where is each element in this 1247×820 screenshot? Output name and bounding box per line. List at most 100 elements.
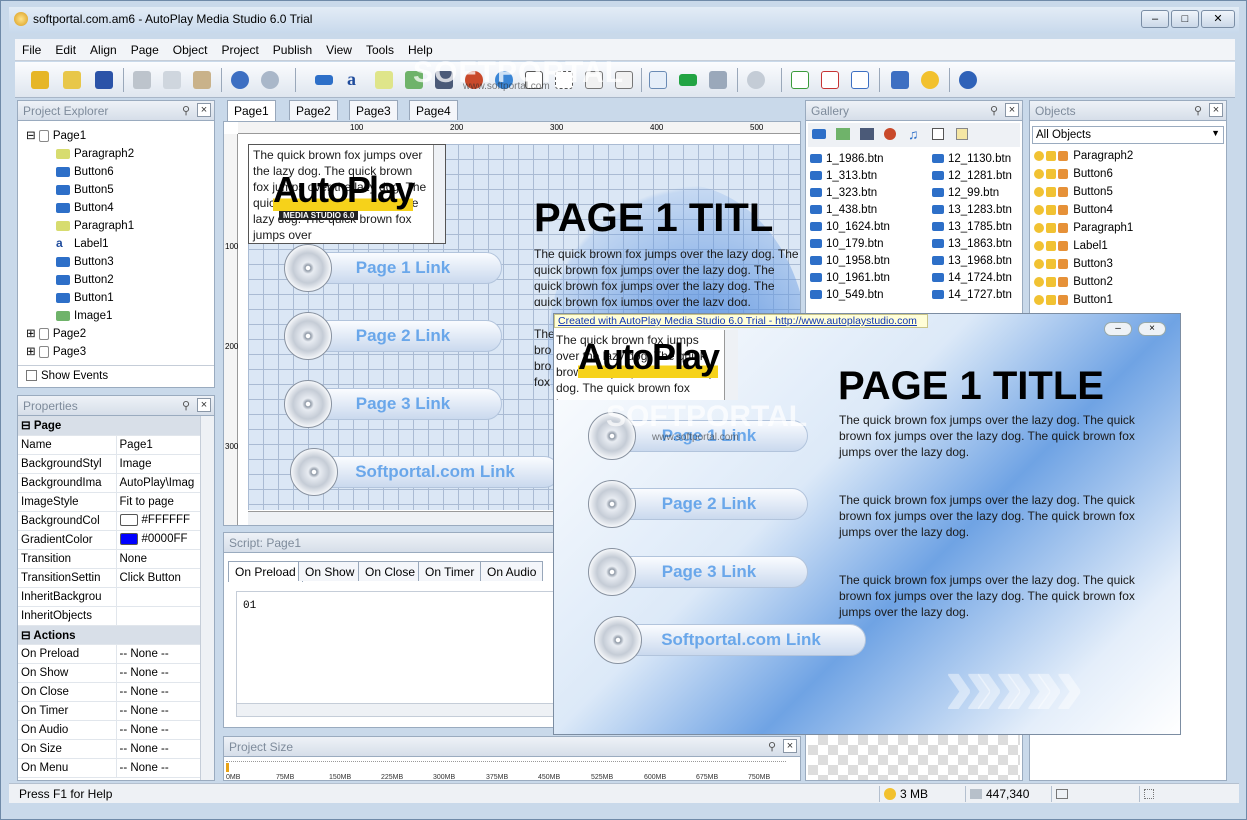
button3-page3-link[interactable]: Page 3 Link xyxy=(304,388,502,420)
tree-item[interactable]: Button6 xyxy=(26,163,214,181)
paste-button[interactable] xyxy=(189,67,215,93)
tab-page4[interactable]: Page4 xyxy=(409,100,458,120)
show-events-checkbox[interactable]: Show Events xyxy=(18,365,214,387)
list-item[interactable]: Button3 xyxy=(1034,255,1224,273)
list-item[interactable]: 12_1281.btn xyxy=(932,168,1022,185)
close-icon[interactable]: × xyxy=(197,398,211,412)
tab-page3[interactable]: Page3 xyxy=(349,100,398,120)
action-row[interactable]: On Show -- None -- xyxy=(18,663,201,683)
preview-close-button[interactable]: × xyxy=(1138,322,1166,336)
list-item[interactable]: Paragraph1 xyxy=(1034,219,1224,237)
label-object-button[interactable]: a xyxy=(341,67,367,93)
menu-page[interactable]: Page xyxy=(124,39,166,57)
property-row[interactable]: GradientColor #0000FF xyxy=(18,530,201,550)
list-item[interactable]: 13_1863.btn xyxy=(932,236,1022,253)
pin-icon[interactable]: ⚲ xyxy=(765,740,779,754)
maximize-button[interactable]: □ xyxy=(1171,10,1199,28)
audio-category-icon[interactable]: ♫ xyxy=(908,126,919,142)
pin-icon[interactable]: ⚲ xyxy=(179,399,193,413)
tree-item[interactable]: a Label1 xyxy=(26,235,214,253)
action-row[interactable]: On Menu -- None -- xyxy=(18,758,201,778)
undo-button[interactable] xyxy=(227,67,253,93)
list-item[interactable]: 1_313.btn xyxy=(810,168,916,185)
tab-on-close[interactable]: On Close xyxy=(358,561,423,581)
paragraph-scrollbar[interactable] xyxy=(433,145,445,243)
list-item[interactable]: 1_1986.btn xyxy=(810,151,916,168)
list-item[interactable]: Button4 xyxy=(1034,201,1224,219)
button2-page2-link[interactable]: Page 2 Link xyxy=(304,320,502,352)
property-row[interactable]: Name Page1 xyxy=(18,435,201,455)
page-properties-button[interactable] xyxy=(847,67,873,93)
property-row[interactable]: BackgroundIma AutoPlay\Imag xyxy=(18,473,201,493)
tree-item-page3[interactable]: ⊞ Page3 xyxy=(26,343,214,361)
tree-item[interactable]: Paragraph2 xyxy=(26,145,214,163)
preview-button[interactable] xyxy=(887,67,913,93)
list-item[interactable]: Paragraph2 xyxy=(1034,147,1224,165)
preview-scrollbar[interactable] xyxy=(724,330,738,400)
buttons-category-icon[interactable] xyxy=(812,129,826,139)
tree-item[interactable]: Paragraph1 xyxy=(26,217,214,235)
action-row[interactable]: On Close -- None -- xyxy=(18,682,201,702)
menu-object[interactable]: Object xyxy=(166,39,215,57)
list-item[interactable]: Button6 xyxy=(1034,165,1224,183)
list-item[interactable]: 12_99.btn xyxy=(932,185,1022,202)
tree-item[interactable]: Button3 xyxy=(26,253,214,271)
menu-edit[interactable]: Edit xyxy=(48,39,83,57)
paragraph2-object[interactable]: The quick brown fox jumps over the lazy … xyxy=(248,144,446,244)
grid-object-button[interactable] xyxy=(645,67,671,93)
close-icon[interactable]: × xyxy=(783,739,797,753)
list-item[interactable]: 10_1958.btn xyxy=(810,253,916,270)
tree-item-page1[interactable]: ⊟ Page1 xyxy=(26,127,214,145)
list-item[interactable]: Button5 xyxy=(1034,183,1224,201)
flash-category-icon[interactable] xyxy=(884,128,896,140)
action-row[interactable]: On Preload -- None -- xyxy=(18,644,201,664)
close-icon[interactable]: × xyxy=(197,103,211,117)
property-row[interactable]: ImageStyle Fit to page xyxy=(18,492,201,512)
menu-file[interactable]: File xyxy=(15,39,48,57)
paragraph1-object[interactable]: The quick brown fox jumps over the lazy … xyxy=(534,246,800,306)
files-category-icon[interactable] xyxy=(956,128,968,140)
action-row[interactable]: On Size -- None -- xyxy=(18,739,201,759)
progress-object-button[interactable] xyxy=(675,67,701,93)
list-item[interactable]: 13_1968.btn xyxy=(932,253,1022,270)
close-icon[interactable]: × xyxy=(1005,103,1019,117)
property-row[interactable]: InheritBackgrou xyxy=(18,587,201,607)
list-item[interactable]: Button1 xyxy=(1034,291,1224,309)
objects-filter-select[interactable]: All Objects ▼ xyxy=(1032,126,1224,144)
close-icon[interactable]: × xyxy=(1209,103,1223,117)
build-button[interactable] xyxy=(917,67,943,93)
zoom-button[interactable] xyxy=(743,67,769,93)
property-row[interactable]: Transition None xyxy=(18,549,201,569)
property-row[interactable]: BackgroundStyl Image xyxy=(18,454,201,474)
menu-publish[interactable]: Publish xyxy=(266,39,319,57)
color-swatch-white[interactable] xyxy=(119,514,138,527)
list-item[interactable]: 12_1130.btn xyxy=(932,151,1022,168)
tab-on-audio[interactable]: On Audio xyxy=(480,561,544,581)
copy-button[interactable] xyxy=(159,67,185,93)
list-item[interactable]: 13_1785.btn xyxy=(932,219,1022,236)
cut-button[interactable] xyxy=(129,67,155,93)
list-item[interactable]: 10_179.btn xyxy=(810,236,916,253)
page-title-label[interactable]: PAGE 1 TITL xyxy=(534,196,773,241)
delete-page-button[interactable] xyxy=(817,67,843,93)
wizard-button[interactable] xyxy=(27,67,53,93)
preview-minimize-button[interactable]: – xyxy=(1104,322,1132,336)
minimize-button[interactable]: – xyxy=(1141,10,1169,28)
tab-page1[interactable]: Page1 xyxy=(227,100,276,121)
menu-tools[interactable]: Tools xyxy=(359,39,401,57)
preview-page3-link[interactable]: Page 3 Link xyxy=(610,556,808,588)
tree-item[interactable]: Button5 xyxy=(26,181,214,199)
videos-category-icon[interactable] xyxy=(860,128,874,140)
preview-softportal-link[interactable]: Softportal.com Link xyxy=(616,624,866,656)
list-item[interactable]: 1_438.btn xyxy=(810,202,916,219)
list-item[interactable]: 13_1283.btn xyxy=(932,202,1022,219)
tree-item[interactable]: Button2 xyxy=(26,271,214,289)
menu-view[interactable]: View xyxy=(319,39,359,57)
action-row[interactable]: On Audio -- None -- xyxy=(18,720,201,740)
property-row[interactable]: TransitionSettin Click Button xyxy=(18,568,201,588)
close-button[interactable]: ✕ xyxy=(1201,10,1235,28)
properties-scrollbar[interactable] xyxy=(200,416,214,780)
list-item[interactable]: 1_323.btn xyxy=(810,185,916,202)
tab-on-preload[interactable]: On Preload xyxy=(228,561,303,582)
pin-icon[interactable]: ⚲ xyxy=(1191,104,1205,118)
